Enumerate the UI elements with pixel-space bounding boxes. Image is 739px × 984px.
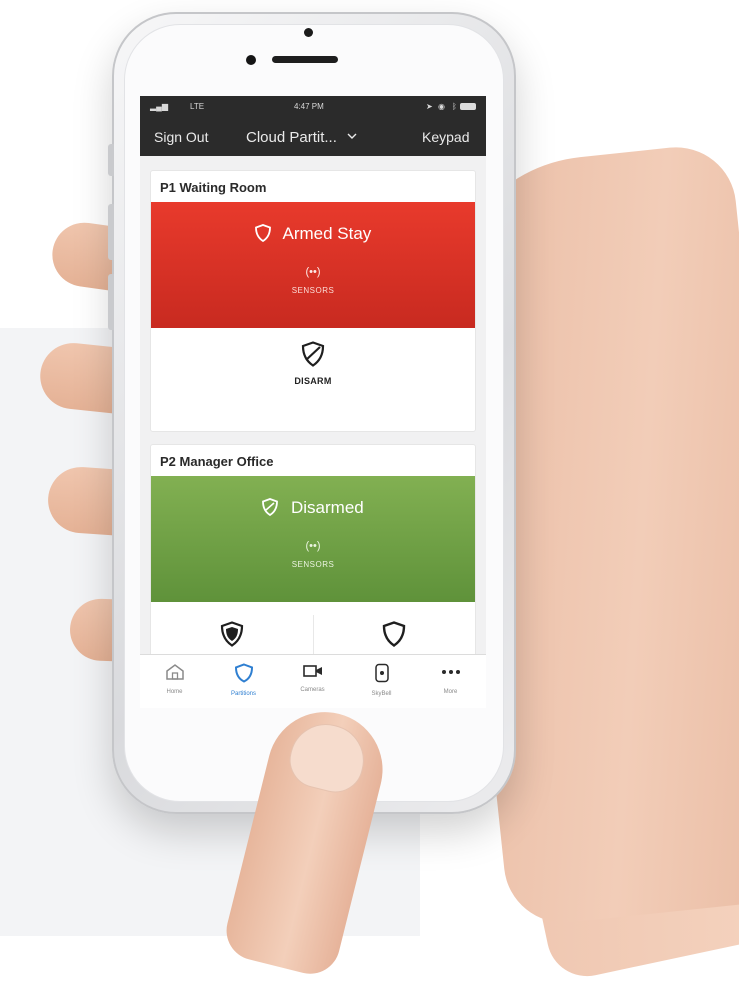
tab-label: Cameras [300,687,325,693]
doorbell-icon [374,663,389,683]
clock: 4:47 PM [294,102,324,111]
status-text: Armed Stay [282,224,372,243]
disarm-label: DISARM [294,376,332,386]
sensor-icon: (••) [305,266,321,278]
shield-slash-icon [301,341,325,367]
battery-icon [460,103,476,110]
partition-card-p2: P2 Manager Office Disarmed (••) SENSORS [150,444,476,684]
shield-icon [254,224,271,242]
arm-stay-button[interactable] [151,621,313,652]
partition-list: P1 Waiting Room Armed Stay (••) SENSORS … [140,156,486,684]
partition-status-armed[interactable]: Armed Stay (••) SENSORS [151,202,475,328]
sensors-link[interactable]: SENSORS [151,560,475,569]
arm-away-button[interactable] [313,621,475,652]
proximity-sensor [304,28,313,37]
thumb-nail [283,716,372,799]
tab-label: More [443,689,458,695]
partition-selector-label: Cloud Partit... [246,129,337,146]
tab-cameras[interactable]: Cameras [278,663,347,693]
tab-label: SkyBell [371,691,392,697]
top-nav-bar: Sign Out Cloud Partit... Keypad [140,118,486,156]
app-screen: ▂▄▆ LTE 4:47 PM ➤ ◉ ᛒ Sign Out Cloud Par… [140,96,486,708]
more-icon [441,670,460,674]
tab-skybell[interactable]: SkyBell [347,663,416,697]
volume-up-button [108,204,114,260]
partition-card-p1: P1 Waiting Room Armed Stay (••) SENSORS … [150,170,476,432]
partition-selector[interactable]: Cloud Partit... [246,129,357,146]
mute-switch [108,144,114,176]
sensor-icon: (••) [305,540,321,552]
volume-down-button [108,274,114,330]
tab-partitions[interactable]: Partitions [209,663,278,697]
sign-out-button[interactable]: Sign Out [154,129,208,145]
partition-status-disarmed[interactable]: Disarmed (••) SENSORS [151,476,475,602]
keypad-button[interactable]: Keypad [422,129,469,145]
bottom-tab-bar: Home Partitions Cameras SkyBell More [140,654,486,708]
disarm-button[interactable]: DISARM [151,341,475,386]
shield-check-icon [262,498,279,516]
tab-label: Partitions [230,691,256,697]
home-icon [165,664,184,680]
shield-filled-icon [220,621,244,647]
status-bar: ▂▄▆ LTE 4:47 PM ➤ ◉ ᛒ [140,96,486,118]
tab-more[interactable]: More [416,663,485,695]
camera-icon [302,665,322,677]
tab-label: Home [166,689,183,695]
network-type: LTE [190,102,205,111]
signal-icon: ▂▄▆ [150,102,168,111]
status-label: Disarmed [151,498,475,518]
status-label: Armed Stay [151,224,475,244]
tab-home[interactable]: Home [140,663,209,695]
sensors-link[interactable]: SENSORS [151,286,475,295]
status-text: Disarmed [290,498,364,517]
chevron-down-icon [347,133,357,139]
partition-title: P2 Manager Office [160,454,274,469]
shield-icon [234,663,253,683]
front-camera [246,55,256,65]
location-icon: ➤ [426,102,433,111]
shield-icon [382,621,406,647]
earpiece-speaker [272,56,338,63]
partition-title: P1 Waiting Room [160,180,267,195]
alarm-icon: ◉ [438,102,445,111]
bluetooth-icon: ᛒ [452,102,457,111]
